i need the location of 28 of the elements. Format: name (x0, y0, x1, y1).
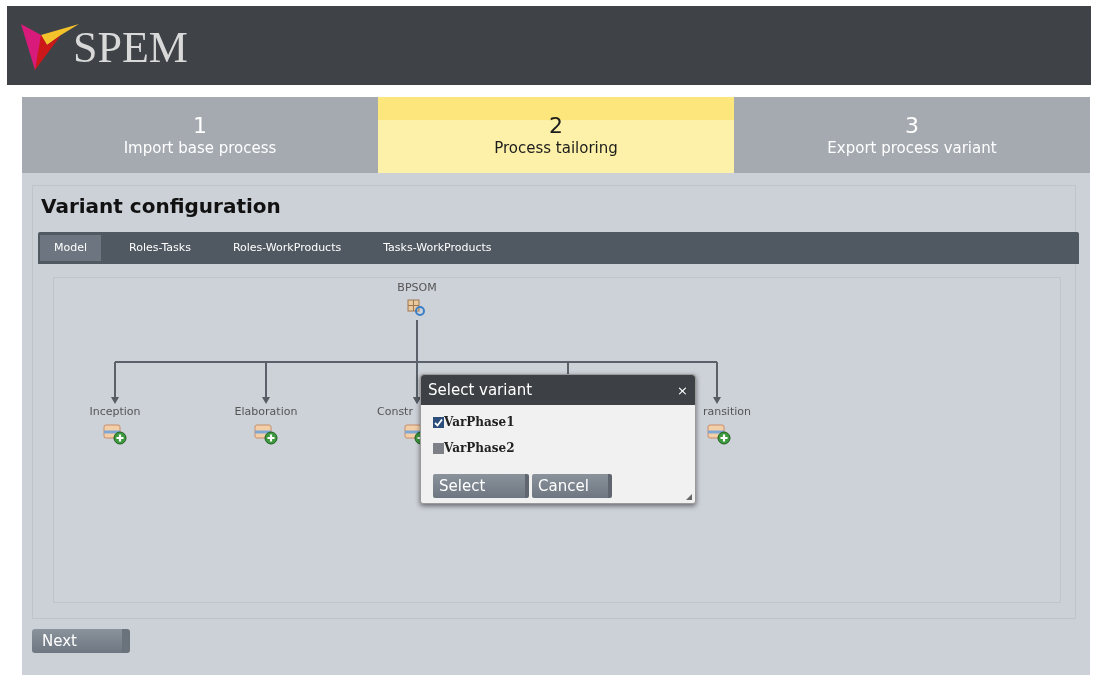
option-label: VarPhase1 (444, 414, 515, 431)
view-tab[interactable]: Model (40, 235, 102, 261)
view-tab[interactable]: Tasks-WorkProducts (369, 235, 506, 261)
phase-add-icon (707, 422, 731, 445)
dialog-button[interactable]: Cancel (532, 474, 612, 498)
step-tab[interactable]: 3 Export process variant (734, 97, 1090, 173)
view-tab[interactable]: Roles-WorkProducts (218, 235, 356, 261)
phase-node-label: ransition (702, 404, 751, 420)
step-tab[interactable]: 2 Process tailoring (378, 97, 734, 173)
root-node-label: BPSOM (397, 280, 437, 296)
resize-grip-icon (686, 494, 692, 500)
phase-node-label: Inception (89, 404, 141, 420)
checkbox[interactable] (433, 416, 444, 428)
dialog-button[interactable]: Select (433, 474, 529, 498)
logo-text: SPEM (73, 25, 188, 70)
section-title: Variant configuration (40, 193, 282, 220)
checkbox[interactable] (433, 442, 444, 454)
phase-add-icon (103, 422, 127, 445)
step-tab[interactable]: 1 Import base process (22, 97, 378, 173)
phase-add-icon (254, 422, 278, 445)
option-label: VarPhase2 (444, 440, 515, 457)
dialog-title: Select variant (428, 379, 533, 401)
phase-node-label: Elaboration (234, 404, 298, 420)
next-button[interactable]: Next (32, 629, 130, 653)
view-tab[interactable]: Roles-Tasks (115, 235, 205, 261)
close-button[interactable]: × (677, 383, 688, 397)
grid-cycle-icon (407, 298, 427, 317)
phase-node-label: Constr (377, 404, 413, 420)
